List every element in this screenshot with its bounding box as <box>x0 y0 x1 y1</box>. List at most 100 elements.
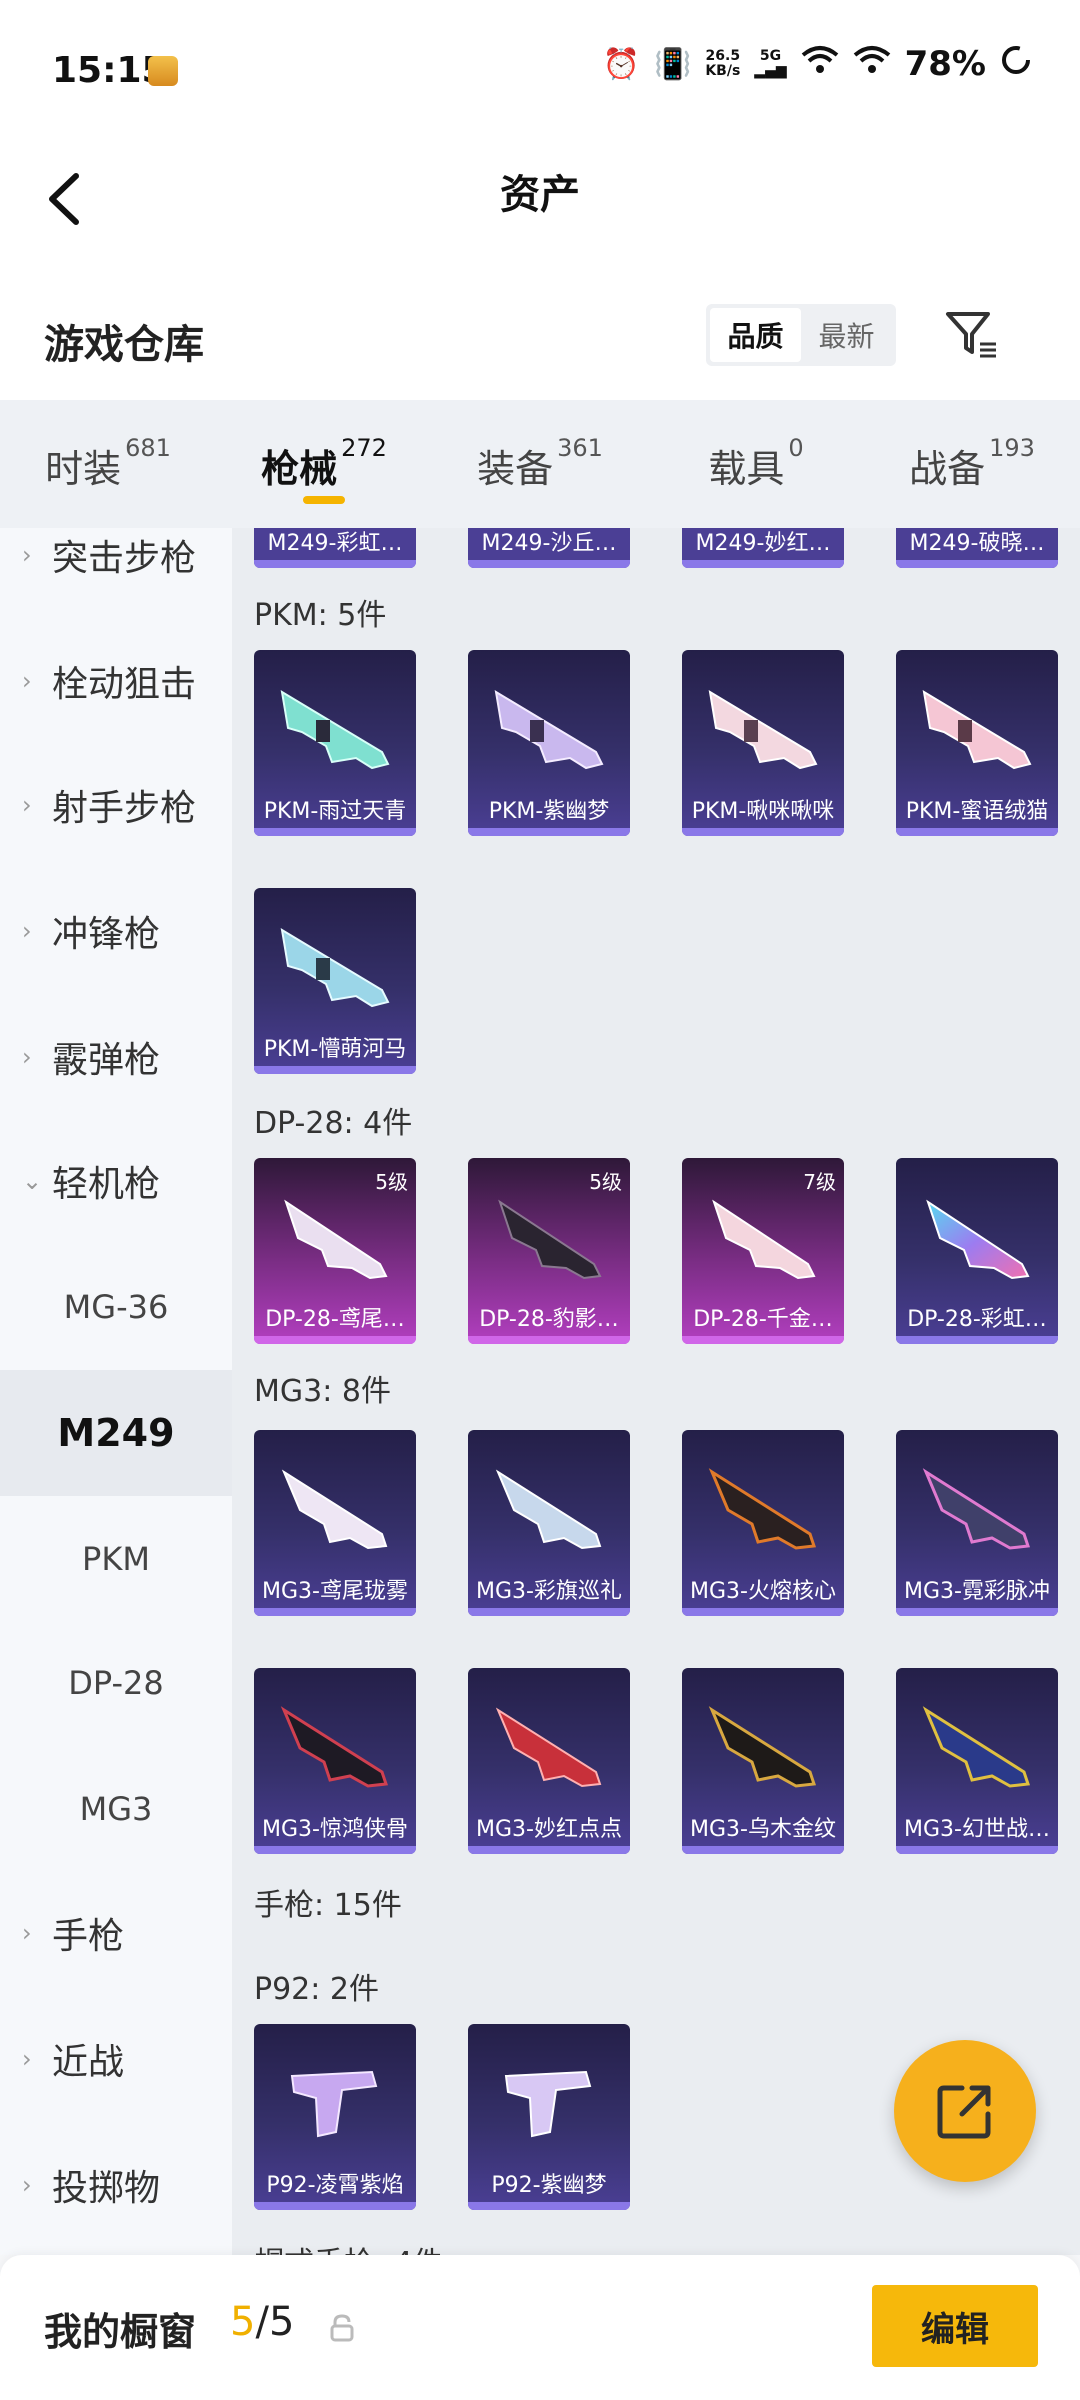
weapon-card[interactable]: MG3-惊鸿侠骨 <box>254 1668 416 1854</box>
sidebar-item-throwable[interactable]: › 投掷物 <box>0 2122 232 2248</box>
tab-firearms[interactable]: 枪械 272 <box>216 400 432 528</box>
sidebar-item-dmr[interactable]: › 射手步枪 <box>0 742 232 868</box>
battery-percent: 78% <box>904 44 986 84</box>
weapon-card[interactable]: P92-紫幽梦 <box>468 2024 630 2210</box>
weapon-name: PKM-雨过天青 <box>263 799 407 824</box>
weapon-type-sidebar: › 突击步枪 › 栓动狙击 › 射手步枪 › 冲锋枪 › 霰弹枪 ⌄ 轻机枪 MG-36 M… <box>0 528 232 2255</box>
page-title: 资产 <box>500 172 580 218</box>
weapon-card[interactable]: MG3-乌木金纹 <box>682 1668 844 1854</box>
page-header: 资产 <box>0 140 1080 270</box>
app-notification-icon <box>148 56 178 86</box>
showcase-label: 我的橱窗 <box>44 2310 197 2354</box>
rarity-bar <box>468 2202 630 2210</box>
pistol-icon <box>290 2070 378 2138</box>
battery-icon <box>1000 44 1032 84</box>
group-title-cap-pistol: 帽式手枪: 4件 <box>254 2238 443 2255</box>
sidebar-item-bolt-sniper[interactable]: › 栓动狙击 <box>0 618 232 744</box>
weapon-card[interactable]: 7级 DP-28-千金… <box>682 1158 844 1344</box>
sidebar-item-melee[interactable]: › 近战 <box>0 1996 232 2122</box>
sidebar-sub-mg36[interactable]: MG-36 <box>0 1244 232 1370</box>
network-type: 5G ▂▄▆ <box>754 49 786 79</box>
lmg-icon <box>280 1706 389 1788</box>
tab-equipment[interactable]: 装备 361 <box>432 400 648 528</box>
sidebar-item-label: 霰弹枪 <box>52 1040 161 1081</box>
sidebar-item-label: 近战 <box>52 2042 125 2083</box>
tab-battle-gear[interactable]: 战备 193 <box>864 400 1080 528</box>
edit-button[interactable]: 编辑 <box>872 2285 1038 2367</box>
group-title-pkm: PKM: 5件 <box>254 598 387 633</box>
weapon-card[interactable]: M249-妙红… <box>682 528 844 568</box>
weapon-card[interactable]: DP-28-彩虹… <box>896 1158 1058 1344</box>
weapon-grid: M249-彩虹… M249-沙丘… M249-妙红… M249-破晓… PKM:… <box>232 528 1080 2255</box>
weapon-card[interactable]: MG3-霓彩脉冲 <box>896 1430 1058 1616</box>
tab-count: 272 <box>341 434 387 462</box>
sidebar-item-label: 栓动狙击 <box>52 664 197 705</box>
sidebar-item-lmg[interactable]: ⌄ 轻机枪 <box>0 1118 232 1244</box>
rarity-bar <box>468 1846 630 1854</box>
chevron-right-icon: › <box>22 791 32 819</box>
lmg-icon <box>494 690 604 770</box>
sidebar-sub-dp28[interactable]: DP-28 <box>0 1620 232 1746</box>
sort-quality[interactable]: 品质 <box>710 308 801 362</box>
status-bar: 15:15 ⏰ 📳 26.5 KB/s 5G ▂▄▆ 78% <box>0 0 1080 140</box>
showcase-separator: / <box>255 2299 269 2345</box>
lmg-icon <box>708 690 818 770</box>
tab-fashion[interactable]: 时装 681 <box>0 400 216 528</box>
sidebar-item-shotgun[interactable]: › 霰弹枪 <box>0 994 232 1120</box>
group-title-pistol: 手枪: 15件 <box>254 1888 402 1923</box>
chevron-right-icon: › <box>22 541 32 569</box>
weapon-card[interactable]: MG3-幻世战… <box>896 1668 1058 1854</box>
weapon-card[interactable]: PKM-雨过天青 <box>254 650 416 836</box>
weapon-card[interactable]: MG3-鸢尾珑雾 <box>254 1430 416 1616</box>
weapon-name: PKM-紫幽梦 <box>488 799 610 824</box>
weapon-card[interactable]: M249-彩虹… <box>254 528 416 568</box>
warehouse-header: 游戏仓库 品质 最新 <box>0 270 1080 400</box>
weapon-name: MG3-火熔核心 <box>690 1579 836 1604</box>
sidebar-sub-mg3[interactable]: MG3 <box>0 1746 232 1872</box>
weapon-name: MG3-惊鸿侠骨 <box>262 1817 408 1842</box>
weapon-card[interactable]: M249-破晓… <box>896 528 1058 568</box>
tab-count: 0 <box>788 434 804 462</box>
group-title-mg3: MG3: 8件 <box>254 1374 391 1409</box>
wifi-icon <box>801 45 839 83</box>
weapon-card[interactable]: 5级 DP-28-豹影… <box>468 1158 630 1344</box>
weapon-name: DP-28-鸢尾… <box>265 1307 405 1332</box>
weapon-card[interactable]: P92-凌霄紫焰 <box>254 2024 416 2210</box>
status-icons: ⏰ 📳 26.5 KB/s 5G ▂▄▆ 78% <box>603 44 1032 84</box>
lock-icon <box>330 2314 354 2342</box>
rarity-bar <box>896 828 1058 836</box>
share-button[interactable] <box>894 2040 1036 2182</box>
weapon-card[interactable]: MG3-彩旗巡礼 <box>468 1430 630 1616</box>
lmg-icon <box>284 1199 388 1280</box>
weapon-card[interactable]: PKM-蜜语绒猫 <box>896 650 1058 836</box>
group-title-p92: P92: 2件 <box>254 1972 379 2007</box>
weapon-name: PKM-啾咪啾咪 <box>691 799 835 824</box>
weapon-card[interactable]: PKM-啾咪啾咪 <box>682 650 844 836</box>
weapon-name: M249-沙丘… <box>481 531 617 556</box>
tab-vehicles[interactable]: 载具 0 <box>648 400 864 528</box>
weapon-card[interactable]: M249-沙丘… <box>468 528 630 568</box>
lmg-icon <box>926 1199 1030 1280</box>
tab-label: 装备 <box>477 447 554 491</box>
sidebar-sub-m249[interactable]: M249 <box>0 1370 232 1496</box>
sidebar-item-pistol[interactable]: › 手枪 <box>0 1870 232 1996</box>
signal-icon: ▂▄▆ <box>754 63 787 79</box>
weapon-card[interactable]: PKM-紫幽梦 <box>468 650 630 836</box>
sidebar-item-smg[interactable]: › 冲锋枪 <box>0 868 232 994</box>
weapon-card[interactable]: PKM-懵萌河马 <box>254 888 416 1074</box>
sidebar-item-assault-rifle[interactable]: › 突击步枪 <box>0 528 232 618</box>
weapon-card[interactable]: MG3-妙红点点 <box>468 1668 630 1854</box>
tab-label: 时装 <box>45 447 122 491</box>
chevron-right-icon: › <box>22 667 32 695</box>
rarity-bar <box>254 1846 416 1854</box>
filter-button[interactable] <box>940 304 1000 364</box>
weapon-card[interactable]: 5级 DP-28-鸢尾… <box>254 1158 416 1344</box>
rarity-bar <box>468 828 630 836</box>
rarity-bar <box>682 828 844 836</box>
net-speed: 26.5 KB/s <box>705 49 740 79</box>
sidebar-sub-pkm[interactable]: PKM <box>0 1496 232 1622</box>
sidebar-item-label: 手枪 <box>52 1916 125 1957</box>
chevron-down-icon: ⌄ <box>22 1167 43 1195</box>
weapon-card[interactable]: MG3-火熔核心 <box>682 1430 844 1616</box>
sort-newest[interactable]: 最新 <box>801 308 892 362</box>
